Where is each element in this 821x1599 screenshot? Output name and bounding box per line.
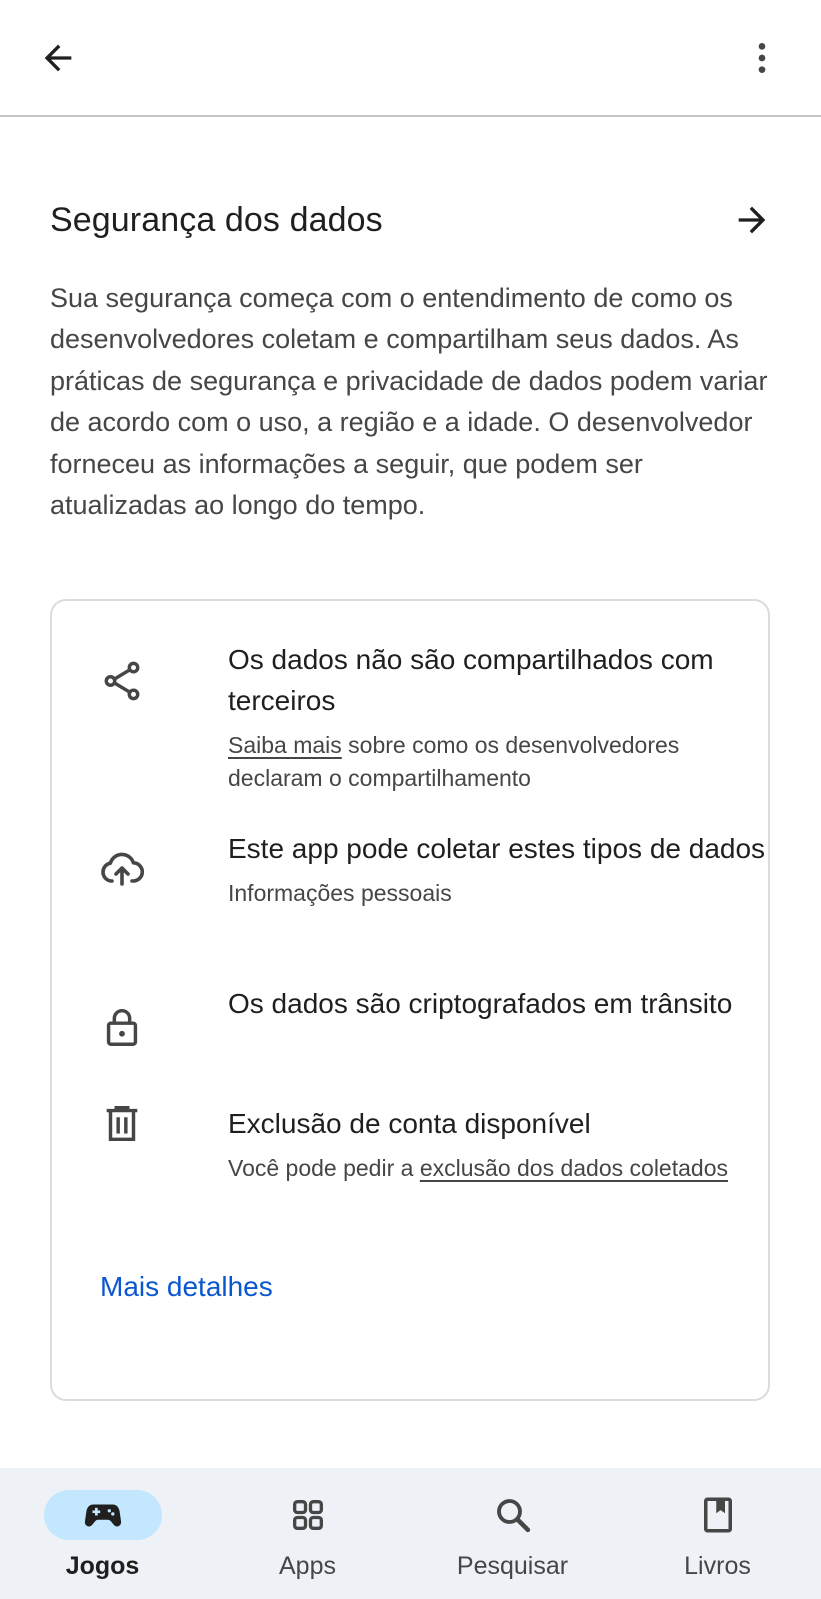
more-details-link[interactable]: Mais detalhes <box>100 1271 273 1303</box>
item-subtitle: Você pode pedir a exclusão dos dados col… <box>228 1155 728 1181</box>
data-safety-header[interactable]: Segurança dos dados <box>50 190 771 250</box>
bottom-navigation: Jogos Apps Pesquisar Livros <box>0 1468 821 1599</box>
nav-item-apps[interactable]: Apps <box>205 1468 410 1599</box>
more-vert-icon <box>758 43 766 73</box>
item-title: Os dados são criptografados em trânsito <box>228 988 733 1019</box>
nav-label: Pesquisar <box>456 1552 569 1580</box>
nav-label: Livros <box>684 1552 751 1580</box>
nav-label: Jogos <box>65 1552 140 1580</box>
search-icon <box>496 1499 530 1533</box>
lock-icon <box>96 1001 148 1053</box>
more-options-button[interactable] <box>732 28 792 88</box>
open-details-button[interactable] <box>727 195 777 245</box>
trash-icon <box>96 1097 148 1149</box>
back-button[interactable] <box>28 28 88 88</box>
bookmark-book-icon <box>703 1497 732 1533</box>
section-description: Sua segurança começa com o entendimento … <box>50 283 768 521</box>
learn-more-link[interactable]: Saiba mais <box>228 732 342 758</box>
item-title: Exclusão de conta disponível <box>228 1108 591 1139</box>
item-title: Os dados não são compartilhados com terc… <box>228 644 714 716</box>
cloud-upload-icon <box>96 842 148 894</box>
data-deletion-link[interactable]: exclusão dos dados coletados <box>420 1155 728 1181</box>
list-item-deletion: Exclusão de conta disponível Você pode p… <box>96 1103 736 1233</box>
data-safety-card: Os dados não são compartilhados com terc… <box>50 599 770 1401</box>
top-app-bar <box>0 0 821 117</box>
nav-item-livros[interactable]: Livros <box>615 1468 820 1599</box>
list-item-collection: Este app pode coletar estes tipos de dad… <box>96 828 765 958</box>
gamepad-icon <box>84 1504 121 1527</box>
arrow-forward-icon <box>738 206 766 234</box>
nav-label: Apps <box>279 1552 336 1580</box>
item-subtitle: Saiba mais sobre como os desenvolvedores… <box>228 732 680 791</box>
nav-item-jogos[interactable]: Jogos <box>0 1468 205 1599</box>
section-title: Segurança dos dados <box>50 200 383 239</box>
nav-item-pesquisar[interactable]: Pesquisar <box>410 1468 615 1599</box>
list-item-encryption: Os dados são criptografados em trânsito <box>96 983 736 1073</box>
arrow-back-icon <box>44 44 72 72</box>
share-icon <box>96 655 148 707</box>
list-item-sharing: Os dados não são compartilhados com terc… <box>96 639 736 799</box>
nav-active-indicator <box>43 1490 162 1540</box>
apps-grid-icon <box>292 1500 323 1530</box>
item-title: Este app pode coletar estes tipos de dad… <box>228 833 766 864</box>
item-subtitle: Informações pessoais <box>228 880 452 906</box>
